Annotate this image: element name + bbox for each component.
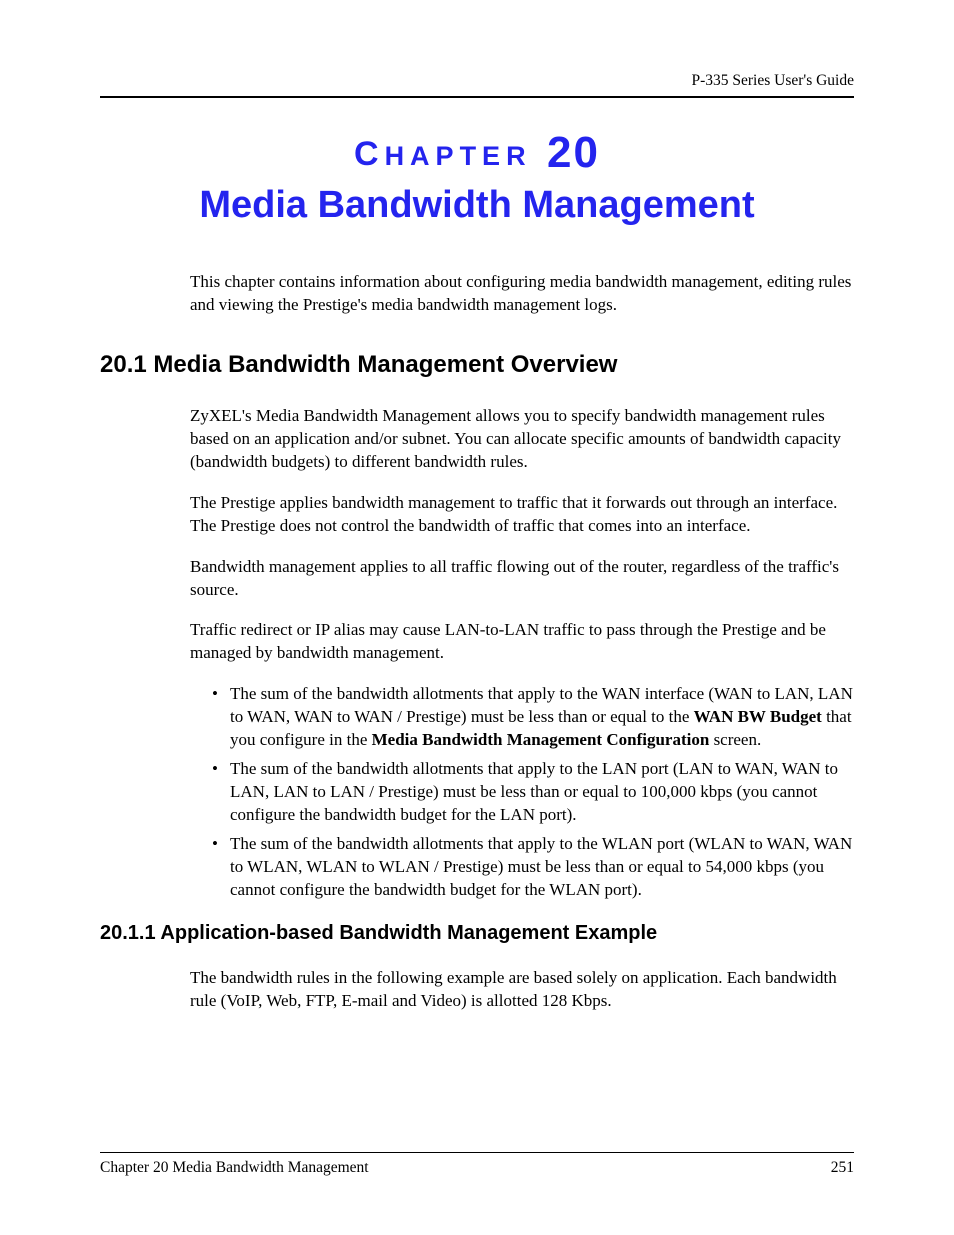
chapter-title: Media Bandwidth Management	[100, 184, 854, 227]
bullet-text-post: screen.	[709, 730, 761, 749]
running-header: P-335 Series User's Guide	[100, 72, 854, 90]
list-item: The sum of the bandwidth allotments that…	[212, 683, 854, 752]
bullet-text: The sum of the bandwidth allotments that…	[230, 759, 838, 824]
body-paragraph: Bandwidth management applies to all traf…	[190, 556, 854, 602]
section-heading-20-1-1: 20.1.1 Application-based Bandwidth Manag…	[100, 922, 854, 945]
body-paragraph: The Prestige applies bandwidth managemen…	[190, 492, 854, 538]
list-item: The sum of the bandwidth allotments that…	[212, 833, 854, 902]
bold-term: Media Bandwidth Management Configuration	[372, 730, 710, 749]
bullet-text: The sum of the bandwidth allotments that…	[230, 834, 852, 899]
bold-term: WAN BW Budget	[694, 707, 822, 726]
chapter-intro: This chapter contains information about …	[190, 271, 854, 317]
chapter-label-rest: HAPTER	[385, 141, 532, 171]
body-paragraph: The bandwidth rules in the following exa…	[190, 967, 854, 1013]
footer-rule	[100, 1152, 854, 1153]
bullet-list: The sum of the bandwidth allotments that…	[212, 683, 854, 901]
list-item: The sum of the bandwidth allotments that…	[212, 758, 854, 827]
chapter-label: CHAPTER 20	[100, 128, 854, 178]
page-container: P-335 Series User's Guide CHAPTER 20 Med…	[0, 0, 954, 1013]
section-heading-20-1: 20.1 Media Bandwidth Management Overview	[100, 351, 854, 379]
header-rule	[100, 96, 854, 98]
footer-chapter-label: Chapter 20 Media Bandwidth Management	[100, 1159, 369, 1177]
footer-page-number: 251	[831, 1159, 854, 1177]
chapter-number: 20	[547, 128, 600, 177]
chapter-label-c: C	[354, 135, 385, 173]
body-paragraph: ZyXEL's Media Bandwidth Management allow…	[190, 405, 854, 474]
body-paragraph: Traffic redirect or IP alias may cause L…	[190, 619, 854, 665]
page-footer: Chapter 20 Media Bandwidth Management 25…	[100, 1152, 854, 1177]
